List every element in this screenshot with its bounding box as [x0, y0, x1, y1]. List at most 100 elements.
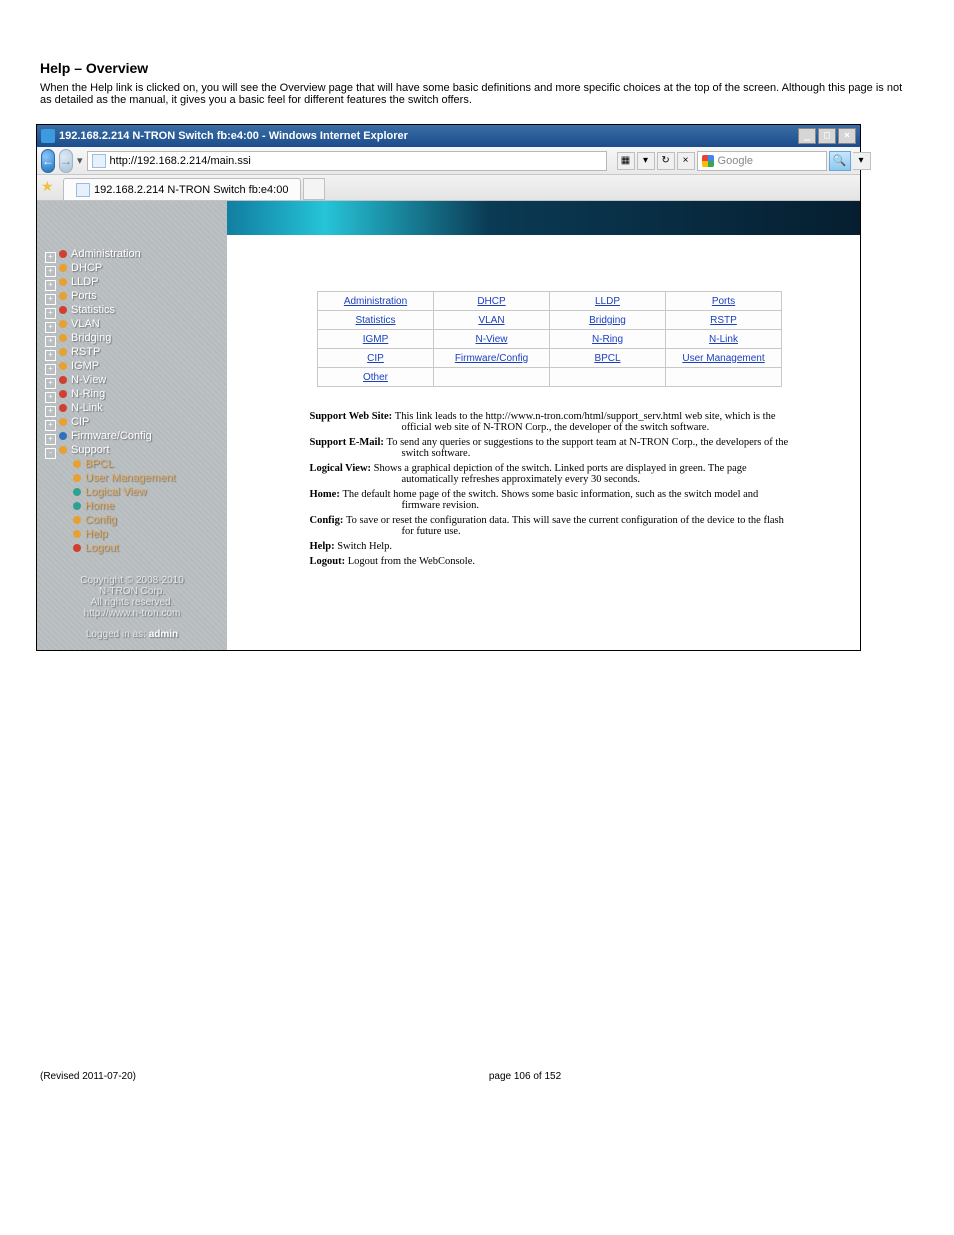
minimize-button[interactable]: _	[798, 128, 816, 144]
help-topic-link[interactable]: DHCP	[477, 296, 505, 307]
stop-button[interactable]: ×	[677, 152, 695, 170]
nav-item-igmp[interactable]: IGMP	[45, 359, 223, 373]
nav-item-logout[interactable]: Logout	[45, 541, 223, 555]
help-link-dhcp[interactable]: DHCP	[434, 292, 550, 311]
nav-link[interactable]: DHCP	[71, 262, 102, 274]
copyright-url[interactable]: http://www.n-tron.com	[45, 608, 219, 619]
new-tab-button[interactable]	[303, 178, 325, 200]
search-placeholder: Google	[718, 155, 753, 167]
nav-link[interactable]: N-Link	[71, 402, 103, 414]
nav-item-rstp[interactable]: RSTP	[45, 345, 223, 359]
nav-link[interactable]: N-Ring	[71, 388, 105, 400]
nav-item-administration[interactable]: Administration	[45, 247, 223, 261]
help-link-ports[interactable]: Ports	[666, 292, 782, 311]
nav-item-n-ring[interactable]: N-Ring	[45, 387, 223, 401]
help-topic-link[interactable]: N-Link	[709, 334, 738, 345]
help-topic-link[interactable]: Administration	[344, 296, 407, 307]
nav-item-logical-view[interactable]: Logical View	[45, 485, 223, 499]
help-link-igmp[interactable]: IGMP	[318, 330, 434, 349]
nav-link[interactable]: VLAN	[71, 318, 100, 330]
nav-link[interactable]: Logout	[85, 542, 119, 554]
help-link-vlan[interactable]: VLAN	[434, 311, 550, 330]
nav-link[interactable]: User Management	[85, 472, 176, 484]
help-topic-link[interactable]: N-Ring	[592, 334, 623, 345]
nav-item-help[interactable]: Help	[45, 527, 223, 541]
nav-link[interactable]: LLDP	[71, 276, 99, 288]
help-topic-link[interactable]: VLAN	[478, 315, 504, 326]
help-link-n-link[interactable]: N-Link	[666, 330, 782, 349]
help-topic-link[interactable]: IGMP	[363, 334, 389, 345]
favorites-icon[interactable]: ★	[41, 178, 59, 196]
nav-item-user-management[interactable]: User Management	[45, 471, 223, 485]
help-link-n-view[interactable]: N-View	[434, 330, 550, 349]
help-link-administration[interactable]: Administration	[318, 292, 434, 311]
help-link-bpcl[interactable]: BPCL	[550, 349, 666, 368]
help-link-cip[interactable]: CIP	[318, 349, 434, 368]
refresh-button[interactable]: ↻	[657, 152, 675, 170]
help-link-n-ring[interactable]: N-Ring	[550, 330, 666, 349]
search-input[interactable]: Google	[697, 151, 827, 171]
nav-link[interactable]: Firmware/Config	[71, 430, 152, 442]
nav-item-bpcl[interactable]: BPCL	[45, 457, 223, 471]
help-topic-link[interactable]: User Management	[682, 353, 764, 364]
help-link-statistics[interactable]: Statistics	[318, 311, 434, 330]
forward-button[interactable]: →	[59, 149, 73, 173]
help-topic-link[interactable]: LLDP	[595, 296, 620, 307]
nav-link[interactable]: Ports	[71, 290, 97, 302]
search-button[interactable]: 🔍	[829, 151, 851, 171]
nav-item-cip[interactable]: CIP	[45, 415, 223, 429]
help-link-bridging[interactable]: Bridging	[550, 311, 666, 330]
compat-button[interactable]: ▦	[617, 152, 635, 170]
help-topic-link[interactable]: Bridging	[589, 315, 626, 326]
help-link-user-management[interactable]: User Management	[666, 349, 782, 368]
help-topic-link[interactable]: N-View	[475, 334, 507, 345]
help-topic-link[interactable]: Firmware/Config	[455, 353, 528, 364]
help-link-rstp[interactable]: RSTP	[666, 311, 782, 330]
nav-link[interactable]: Statistics	[71, 304, 115, 316]
nav-item-ports[interactable]: Ports	[45, 289, 223, 303]
help-link-lldp[interactable]: LLDP	[550, 292, 666, 311]
help-topic-link[interactable]: Other	[363, 372, 388, 383]
nav-link[interactable]: CIP	[71, 416, 89, 428]
nav-item-config[interactable]: Config	[45, 513, 223, 527]
nav-link[interactable]: Home	[85, 500, 114, 512]
nav-link[interactable]: Bridging	[71, 332, 111, 344]
nav-item-home[interactable]: Home	[45, 499, 223, 513]
search-dropdown[interactable]: ▾	[853, 152, 871, 170]
nav-item-n-view[interactable]: N-View	[45, 373, 223, 387]
back-button[interactable]: ←	[41, 149, 55, 173]
help-entry: Support E-Mail: To send any queries or s…	[310, 437, 790, 459]
help-link-other[interactable]: Other	[318, 368, 434, 387]
help-topic-link[interactable]: RSTP	[710, 315, 737, 326]
nav-item-vlan[interactable]: VLAN	[45, 317, 223, 331]
nav-link[interactable]: RSTP	[71, 346, 100, 358]
help-topic-link[interactable]: CIP	[367, 353, 384, 364]
help-term: Logout:	[310, 556, 348, 567]
dropdown-button[interactable]: ▾	[637, 152, 655, 170]
nav-item-support[interactable]: Support	[45, 443, 223, 457]
close-button[interactable]: ×	[838, 128, 856, 144]
nav-link[interactable]: IGMP	[71, 360, 99, 372]
nav-link[interactable]: BPCL	[85, 458, 114, 470]
help-topic-link[interactable]: Statistics	[355, 315, 395, 326]
nav-link[interactable]: Help	[85, 528, 108, 540]
nav-link[interactable]: Logical View	[85, 486, 147, 498]
nav-link[interactable]: Config	[85, 514, 117, 526]
nav-item-statistics[interactable]: Statistics	[45, 303, 223, 317]
maximize-button[interactable]: □	[818, 128, 836, 144]
doc-revision: (Revised 2011-07-20)	[40, 1071, 136, 1082]
nav-item-n-link[interactable]: N-Link	[45, 401, 223, 415]
browser-tab[interactable]: 192.168.2.214 N-TRON Switch fb:e4:00	[63, 178, 301, 200]
help-topic-link[interactable]: Ports	[712, 296, 735, 307]
help-link-firmware-config[interactable]: Firmware/Config	[434, 349, 550, 368]
nav-item-lldp[interactable]: LLDP	[45, 275, 223, 289]
nav-item-firmware-config[interactable]: Firmware/Config	[45, 429, 223, 443]
nav-link[interactable]: Support	[71, 444, 110, 456]
nav-link[interactable]: N-View	[71, 374, 106, 386]
nav-item-bridging[interactable]: Bridging	[45, 331, 223, 345]
nav-item-dhcp[interactable]: DHCP	[45, 261, 223, 275]
url-input[interactable]: http://192.168.2.214/main.ssi	[87, 151, 607, 171]
help-topic-link[interactable]: BPCL	[594, 353, 620, 364]
nav-link[interactable]: Administration	[71, 248, 141, 260]
bullet-icon	[73, 460, 81, 468]
